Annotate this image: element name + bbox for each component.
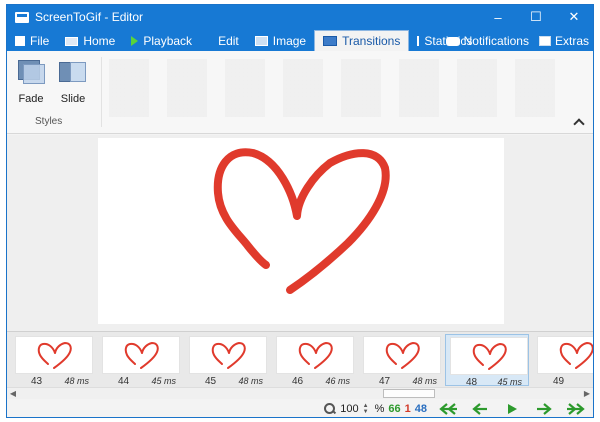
frame-delay: 45 ms (151, 376, 176, 386)
frame-scrollbar[interactable]: ◀ ▶ (7, 387, 593, 399)
frame-strip: 43 48 ms 44 45 ms 45 48 ms 46 46 ms 47 4… (7, 331, 593, 387)
frame-item[interactable]: 45 48 ms (185, 334, 269, 387)
first-frame-button[interactable] (437, 402, 459, 416)
frame-item[interactable]: 49 47 (533, 334, 593, 387)
tab-label: File (30, 34, 50, 48)
tab-playback[interactable]: Playback (123, 31, 200, 51)
tab-file[interactable]: File (7, 31, 57, 51)
collapse-ribbon-icon[interactable] (573, 117, 585, 129)
frame-item[interactable]: 46 46 ms (272, 334, 356, 387)
tab-label: Edit (218, 34, 239, 48)
frame-number: 43 (31, 376, 43, 387)
last-frame-button[interactable] (565, 402, 587, 416)
notifications-button[interactable]: Notifications (445, 34, 529, 48)
scrollbar-thumb[interactable] (383, 389, 435, 398)
frame-item[interactable]: 43 48 ms (11, 334, 95, 387)
selected-frames-count: 1 (404, 403, 411, 415)
frame-delay: 48 ms (412, 376, 437, 386)
next-frame-icon (537, 403, 552, 415)
fade-button[interactable]: Fade (11, 59, 51, 105)
tab-transitions[interactable]: Transitions (314, 30, 410, 51)
zoom-icon (324, 403, 336, 415)
close-button[interactable]: ✕ (555, 5, 593, 29)
slide-button[interactable]: Slide (53, 59, 93, 105)
frame-thumbnail (537, 336, 593, 374)
last-frame-icon (567, 403, 585, 415)
frame-delay: 48 ms (64, 376, 89, 386)
frame-thumbnail (102, 336, 180, 374)
app-icon (15, 11, 29, 23)
ribbon-disabled-area (109, 59, 569, 117)
status-bar: 100 ▲ ▼ % 66 1 48 (7, 399, 593, 417)
extras-icon (538, 36, 551, 46)
zoom-stepper[interactable]: ▲ ▼ (363, 403, 371, 415)
frame-number: 49 (553, 376, 565, 387)
group-divider (101, 57, 102, 127)
styles-group-label: Styles (35, 116, 63, 127)
tab-label: Playback (143, 34, 193, 48)
notifications-icon (445, 36, 460, 46)
canvas-area (7, 135, 593, 331)
maximize-button[interactable]: ☐ (517, 5, 555, 29)
frame-thumbnail (15, 336, 93, 374)
image-icon (254, 36, 268, 46)
play-button[interactable] (501, 402, 523, 416)
zoom-value[interactable]: 100 (340, 403, 358, 415)
tab-label: Home (83, 34, 116, 48)
scroll-right-icon[interactable]: ▶ (581, 389, 593, 399)
window-title: ScreenToGif - Editor (35, 10, 144, 24)
total-frames-count: 66 (388, 403, 401, 415)
play-icon (508, 404, 517, 414)
frame-number: 47 (379, 376, 391, 387)
home-icon (65, 36, 79, 46)
tab-image[interactable]: Image (247, 31, 314, 51)
frame-preview (98, 138, 504, 324)
notifications-label: Notifications (463, 34, 529, 48)
current-frame-number: 48 (414, 403, 427, 415)
fade-label: Fade (18, 93, 44, 105)
zoom-unit: % (374, 403, 385, 415)
tab-home[interactable]: Home (57, 31, 123, 51)
scroll-left-icon[interactable]: ◀ (7, 389, 19, 399)
ribbon-panel: Fade Slide Styles (7, 51, 593, 134)
tab-label: Transitions (342, 34, 401, 48)
title-bar: ScreenToGif - Editor – ☐ ✕ (7, 5, 593, 29)
statistics-icon (417, 36, 420, 46)
next-frame-button[interactable] (533, 402, 555, 416)
slide-label: Slide (60, 93, 86, 105)
extras-button[interactable]: Extras (538, 34, 589, 48)
file-icon (15, 36, 25, 46)
frame-number: 44 (118, 376, 130, 387)
heart-drawing (213, 148, 390, 294)
frame-delay: 46 ms (325, 376, 350, 386)
ribbon-tabs: File Home Playback Edit Image Transition… (7, 29, 593, 51)
first-frame-icon (439, 403, 457, 415)
frame-thumbnail (189, 336, 267, 374)
tab-edit[interactable]: Edit (200, 31, 247, 51)
minimize-button[interactable]: – (479, 5, 517, 29)
play-icon (131, 36, 139, 46)
previous-frame-button[interactable] (469, 402, 491, 416)
frame-thumbnail (450, 337, 528, 375)
frame-thumbnail (363, 336, 441, 374)
extras-label: Extras (554, 34, 589, 48)
frame-item[interactable]: 44 45 ms (98, 334, 182, 387)
frame-number: 48 (466, 377, 478, 387)
frame-delay: 48 ms (238, 376, 263, 386)
slide-icon (59, 59, 87, 85)
frame-number: 46 (292, 376, 304, 387)
tab-label: Image (272, 34, 307, 48)
frame-item[interactable]: 47 48 ms (359, 334, 443, 387)
fade-icon (17, 59, 45, 85)
editor-window: ScreenToGif - Editor – ☐ ✕ File Home Pla… (6, 4, 594, 418)
transitions-icon (323, 36, 338, 46)
frame-number: 45 (205, 376, 217, 387)
frame-thumbnail (276, 336, 354, 374)
previous-frame-icon (472, 403, 487, 415)
frame-item-selected[interactable]: 48 45 ms (445, 334, 529, 387)
frame-delay: 45 ms (497, 377, 522, 387)
